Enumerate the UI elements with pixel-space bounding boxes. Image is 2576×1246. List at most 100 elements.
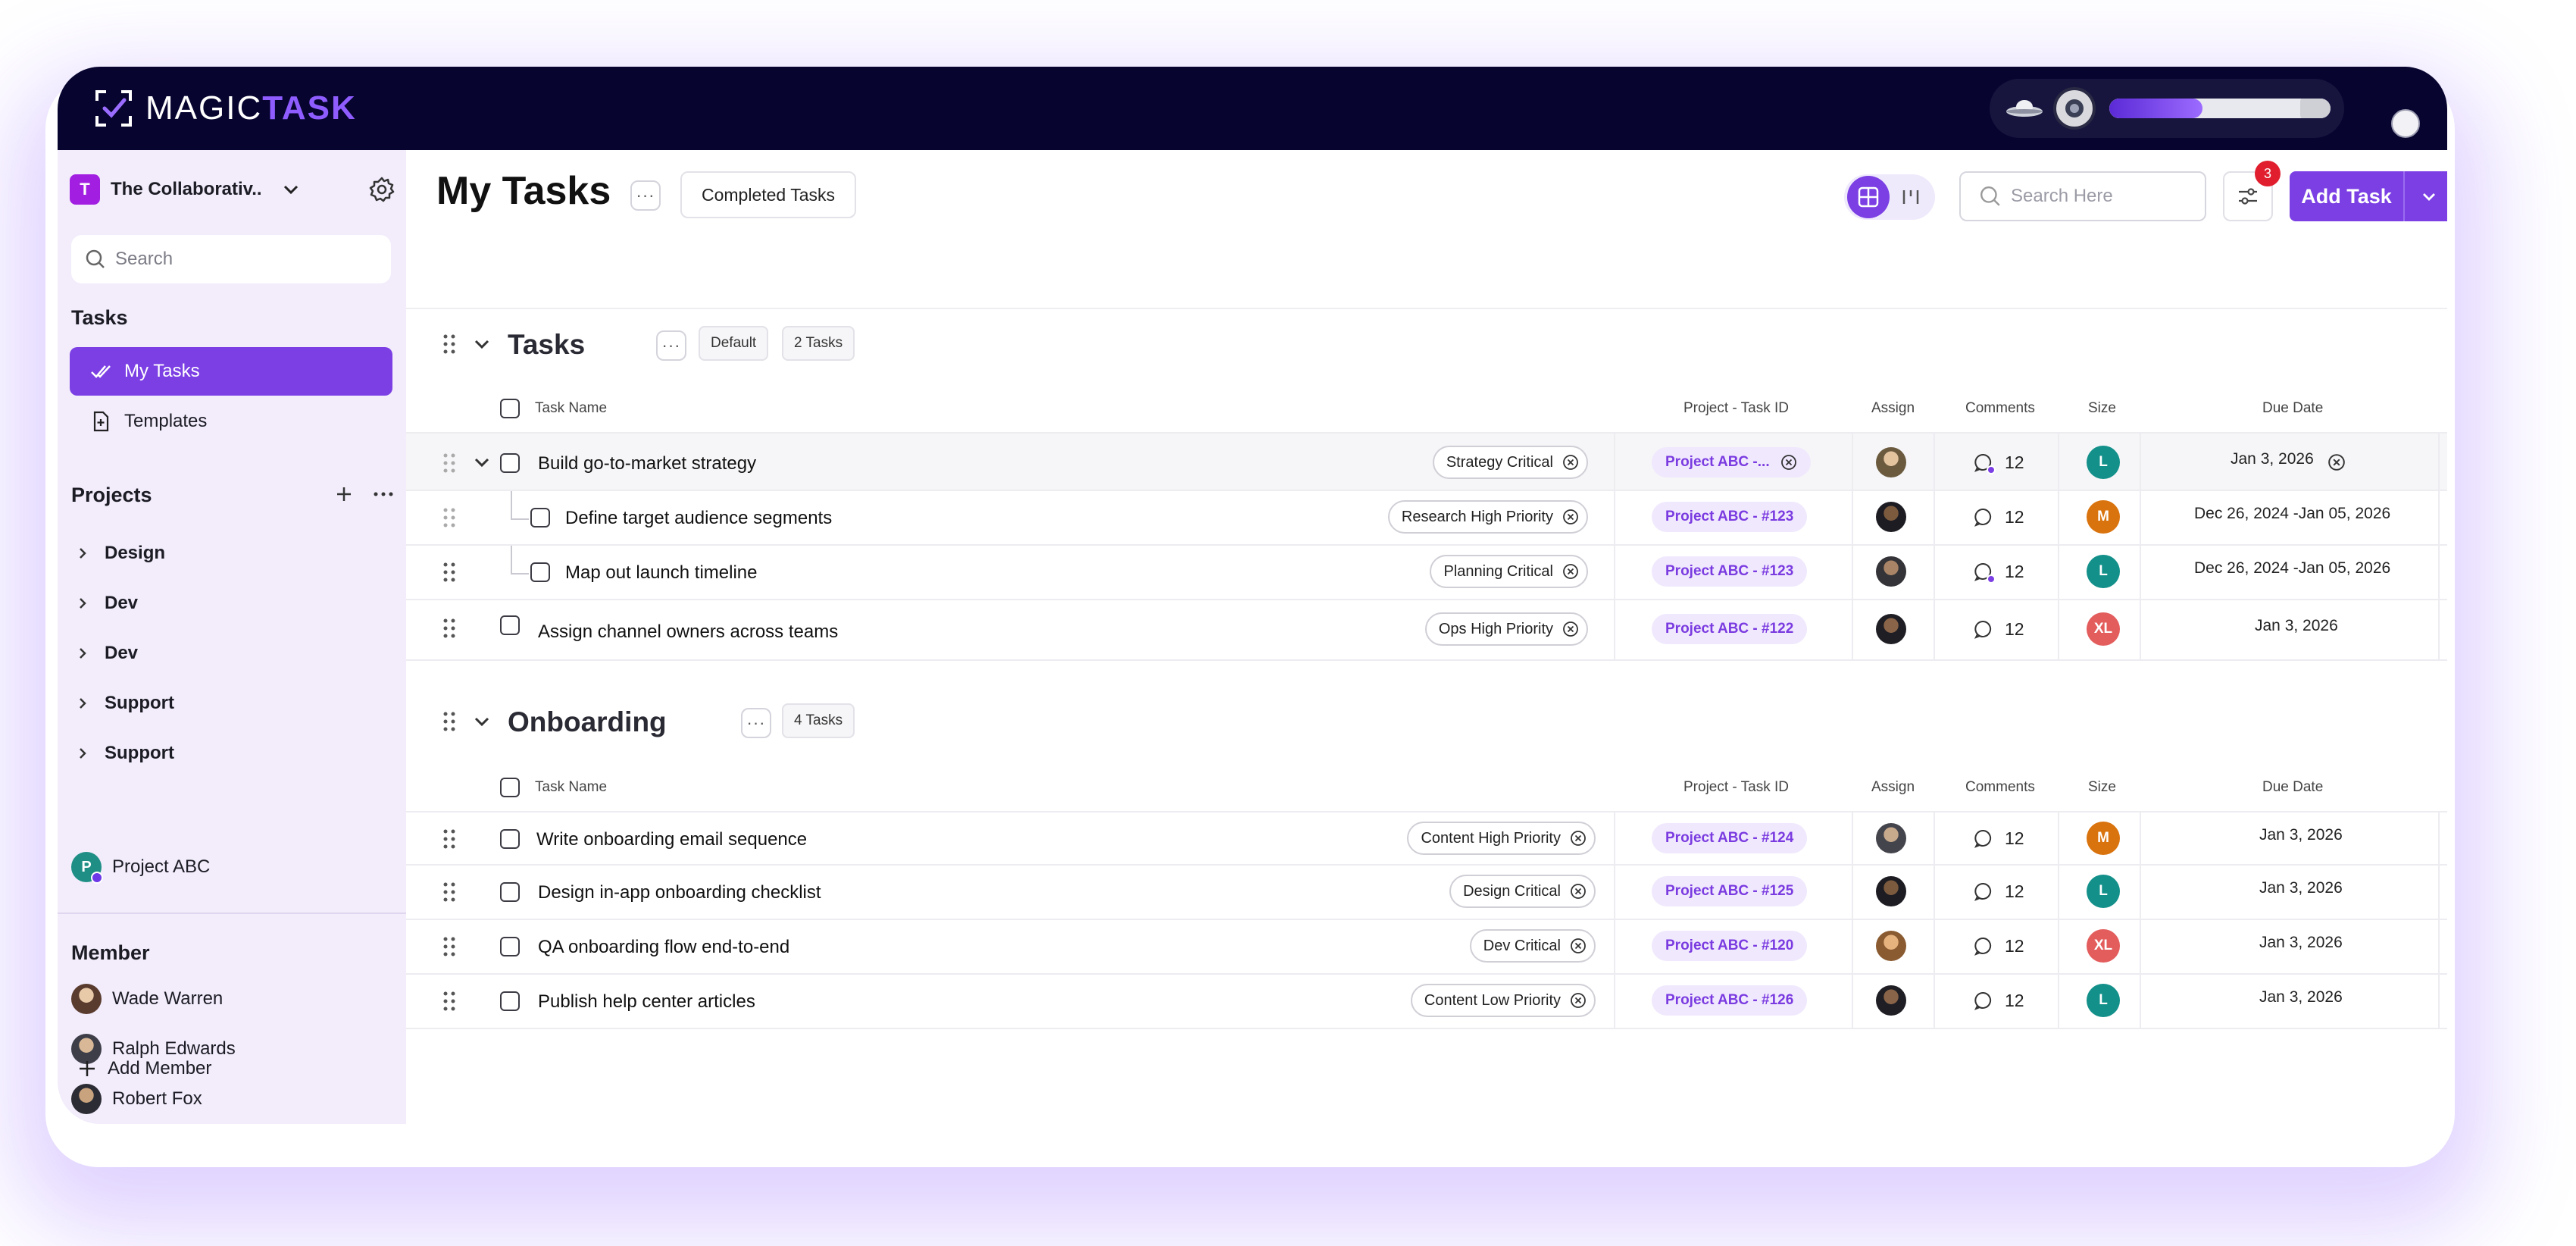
task-name[interactable]: Publish help center articles: [538, 991, 755, 1013]
table-row[interactable]: QA onboarding flow end-to-end Dev Critic…: [406, 920, 2447, 975]
due-date[interactable]: Dec 26, 2024 -Jan 05, 2026: [2194, 559, 2390, 578]
row-checkbox[interactable]: [500, 829, 520, 849]
comments-count[interactable]: 12: [1973, 881, 2024, 902]
row-checkbox[interactable]: [500, 882, 520, 902]
chevron-down-icon[interactable]: [471, 452, 492, 473]
priority-tag[interactable]: Design Critical: [1449, 875, 1596, 908]
comments-count[interactable]: 12: [1973, 561, 2024, 584]
assignee-avatar[interactable]: [1876, 502, 1906, 532]
task-name[interactable]: Design in-app onboarding checklist: [538, 882, 821, 903]
group-more-button[interactable]: ···: [741, 708, 771, 738]
priority-tag[interactable]: Dev Critical: [1469, 929, 1596, 963]
member-wade-warren[interactable]: Wade Warren: [71, 982, 223, 1016]
project-task-id[interactable]: Project ABC - #123: [1652, 502, 1808, 532]
spaceship-icon[interactable]: [2003, 87, 2046, 130]
close-circle-icon[interactable]: [1570, 883, 1587, 900]
priority-tag[interactable]: Ops High Priority: [1424, 612, 1588, 646]
project-task-id[interactable]: Project ABC - #123: [1652, 556, 1808, 587]
table-row[interactable]: Map out launch timeline Planning Critica…: [406, 546, 2447, 600]
task-search[interactable]: [1959, 171, 2206, 221]
row-checkbox[interactable]: [500, 937, 520, 956]
close-circle-icon[interactable]: [1570, 992, 1587, 1009]
drag-handle-icon[interactable]: [442, 333, 456, 355]
sidebar-project-abc[interactable]: P Project ABC: [71, 852, 210, 884]
member-robert-fox[interactable]: Robert Fox: [71, 1082, 202, 1116]
workspace-switcher[interactable]: T The Collaborativ...: [70, 173, 395, 206]
close-circle-icon[interactable]: [1562, 509, 1579, 525]
table-row[interactable]: Define target audience segments Research…: [406, 491, 2447, 546]
user-avatar[interactable]: [2391, 109, 2420, 138]
add-member-button[interactable]: Add Member: [77, 1058, 211, 1079]
table-row[interactable]: Assign channel owners across teams Ops H…: [406, 600, 2447, 661]
close-circle-icon[interactable]: [1570, 938, 1587, 954]
priority-tag[interactable]: Research High Priority: [1387, 500, 1588, 534]
due-date[interactable]: Jan 3, 2026: [2259, 988, 2343, 1007]
assignee-avatar[interactable]: [1876, 614, 1906, 644]
group-more-button[interactable]: ···: [656, 330, 686, 361]
select-all-checkbox[interactable]: [500, 399, 520, 418]
task-name[interactable]: Write onboarding email sequence: [536, 829, 807, 850]
due-date[interactable]: Jan 3, 2026: [2255, 617, 2338, 635]
completed-tasks-button[interactable]: Completed Tasks: [680, 171, 856, 218]
assignee-avatar[interactable]: [1876, 823, 1906, 853]
assignee-avatar[interactable]: [1876, 556, 1906, 587]
size-badge[interactable]: M: [2087, 500, 2120, 534]
task-name[interactable]: Assign channel owners across teams: [538, 621, 838, 643]
drag-handle-icon[interactable]: [442, 710, 456, 733]
project-task-id[interactable]: Project ABC -...: [1652, 447, 1811, 477]
comments-count[interactable]: 12: [1973, 506, 2024, 528]
project-task-id[interactable]: Project ABC - #122: [1652, 614, 1808, 644]
table-row[interactable]: Write onboarding email sequence Content …: [406, 811, 2447, 866]
table-row[interactable]: Publish help center articles Content Low…: [406, 975, 2447, 1029]
add-task-dropdown[interactable]: [2403, 171, 2447, 221]
chevron-down-icon[interactable]: [471, 711, 492, 732]
table-row[interactable]: Design in-app onboarding checklist Desig…: [406, 866, 2447, 920]
task-name[interactable]: Map out launch timeline: [565, 562, 757, 584]
priority-tag[interactable]: Strategy Critical: [1432, 446, 1588, 479]
close-circle-icon[interactable]: [1780, 454, 1797, 471]
task-name[interactable]: Build go-to-market strategy: [538, 453, 756, 474]
chevron-down-icon[interactable]: [471, 333, 492, 355]
priority-tag[interactable]: Planning Critical: [1430, 555, 1588, 588]
close-circle-icon[interactable]: [1570, 830, 1587, 847]
row-checkbox[interactable]: [500, 453, 520, 473]
sidebar-search-input[interactable]: [115, 249, 365, 270]
project-task-id[interactable]: Project ABC - #124: [1652, 823, 1808, 853]
comments-count[interactable]: 12: [1973, 618, 2024, 640]
project-task-id[interactable]: Project ABC - #120: [1652, 931, 1808, 961]
assignee-avatar[interactable]: [1876, 876, 1906, 906]
chevron-down-icon[interactable]: [280, 179, 302, 200]
size-badge[interactable]: L: [2087, 875, 2120, 908]
assignee-avatar[interactable]: [1876, 447, 1906, 477]
sidebar-search[interactable]: [71, 235, 391, 283]
title-more-button[interactable]: ···: [630, 180, 661, 211]
comments-count[interactable]: 12: [1973, 935, 2024, 956]
close-circle-icon[interactable]: [1562, 621, 1579, 637]
add-task-button[interactable]: Add Task: [2290, 171, 2403, 221]
project-task-id[interactable]: Project ABC - #126: [1652, 985, 1808, 1016]
row-checkbox[interactable]: [500, 615, 520, 635]
sidebar-project-dev[interactable]: Dev: [74, 588, 138, 618]
table-row[interactable]: Build go-to-market strategy Strategy Cri…: [406, 432, 2447, 491]
due-date[interactable]: Jan 3, 2026: [2231, 450, 2314, 468]
drag-handle-icon[interactable]: [442, 506, 456, 529]
size-badge[interactable]: M: [2087, 822, 2120, 855]
board-view-button[interactable]: [1890, 176, 1932, 218]
due-date[interactable]: Jan 3, 2026: [2259, 826, 2343, 844]
drag-handle-icon[interactable]: [442, 617, 456, 640]
due-date[interactable]: Jan 3, 2026: [2259, 934, 2343, 952]
close-circle-icon[interactable]: [2327, 453, 2346, 471]
sidebar-project-design[interactable]: Design: [74, 538, 165, 568]
project-task-id[interactable]: Project ABC - #125: [1652, 876, 1808, 906]
row-checkbox[interactable]: [500, 991, 520, 1011]
logo[interactable]: MAGICTASK: [94, 86, 357, 130]
drag-handle-icon[interactable]: [442, 828, 456, 850]
task-search-input[interactable]: [2011, 186, 2193, 207]
camera-icon[interactable]: [2053, 87, 2096, 130]
drag-handle-icon[interactable]: [442, 881, 456, 903]
task-name[interactable]: QA onboarding flow end-to-end: [538, 937, 789, 958]
sidebar-project-support[interactable]: Support: [74, 688, 174, 718]
size-badge[interactable]: L: [2087, 984, 2120, 1017]
assignee-avatar[interactable]: [1876, 931, 1906, 961]
sidebar-item-templates[interactable]: Templates: [70, 397, 392, 446]
